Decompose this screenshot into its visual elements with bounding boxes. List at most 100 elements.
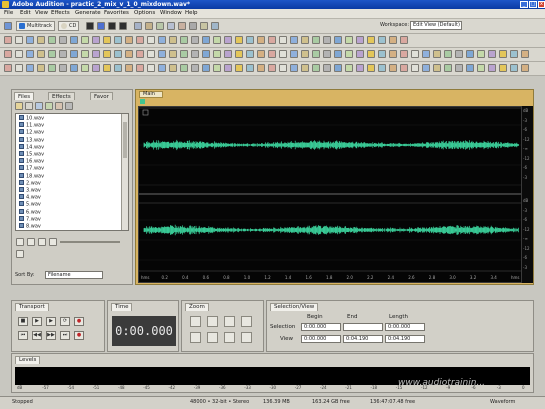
tb2-paste-new-icon[interactable] [125,36,133,44]
tb3-save-all-icon[interactable] [59,50,67,58]
lasso-tool-icon[interactable] [156,22,164,30]
tb2-convert-icon[interactable] [323,36,331,44]
tb3-amplify-icon[interactable] [345,50,353,58]
tb4-envelope-icon[interactable] [367,64,375,72]
view-end-field[interactable]: 0:04.190 [343,335,383,343]
tb2-snap-icon[interactable] [246,36,254,44]
tb4-properties-icon[interactable] [290,64,298,72]
tb4-save-as-icon[interactable] [48,64,56,72]
zoom-navigator-marker[interactable] [140,99,145,104]
full-paths-icon[interactable] [65,102,73,110]
tb3-dtmf-icon[interactable] [499,50,507,58]
show-all-icon[interactable] [16,250,24,258]
tb3-import-icon[interactable] [81,50,89,58]
cd-button[interactable]: CD [58,21,80,31]
zoom-to-right-edge-icon[interactable] [207,332,218,343]
tab-effects[interactable]: Effects [48,92,75,100]
tb2-fade-icon[interactable] [356,36,364,44]
menu-edit[interactable]: Edit [20,10,31,17]
tb3-cd-list-icon[interactable] [510,50,518,58]
tb2-save-all-icon[interactable] [59,36,67,44]
multitrack-button[interactable]: Multitrack [16,21,55,31]
tb4-cut-icon[interactable] [92,64,100,72]
tb3-copy-icon[interactable] [103,50,111,58]
fast-forward-button[interactable]: ▶▶ [46,331,56,340]
tb2-zoom-in-icon[interactable] [213,36,221,44]
tb3-marker-icon[interactable] [268,50,276,58]
tab-selection-view[interactable]: Selection/View [270,303,319,311]
tb2-eq-icon[interactable] [389,36,397,44]
tb4-import-icon[interactable] [81,64,89,72]
tb3-batch-icon[interactable] [312,50,320,58]
file-list-item[interactable]: 8.wav [19,223,41,230]
tb3-reverb-icon[interactable] [400,50,408,58]
tb4-silence-icon[interactable] [488,64,496,72]
tb3-tone-icon[interactable] [477,50,485,58]
tb4-metronome-icon[interactable] [521,64,529,72]
tb4-close-icon[interactable] [70,64,78,72]
tb3-open-append-icon[interactable] [26,50,34,58]
selection-end-field[interactable] [343,323,383,331]
tb2-crossfade-icon[interactable] [257,36,265,44]
time-select-tool-icon[interactable] [134,22,142,30]
tb2-mix-paste-icon[interactable] [136,36,144,44]
file-list-scroll-thumb[interactable] [123,122,127,158]
tb3-open-file-icon[interactable] [15,50,23,58]
go-to-start-button[interactable]: ⏮ [18,331,28,340]
tb4-cue-icon[interactable] [279,64,287,72]
tab-time[interactable]: Time [111,303,133,311]
tb3-select-view-icon[interactable] [202,50,210,58]
tb2-new-file-icon[interactable] [4,36,12,44]
tb2-cue-icon[interactable] [279,36,287,44]
tb3-find-icon[interactable] [301,50,309,58]
tb4-open-file-icon[interactable] [15,64,23,72]
tb4-zoom-out-icon[interactable] [224,64,232,72]
maximize-button[interactable]: □ [529,1,537,8]
record-alt-button[interactable]: ● [74,331,84,340]
tb3-save-as-icon[interactable] [48,50,56,58]
menu-window[interactable]: Window [160,10,182,17]
tb4-fade-icon[interactable] [356,64,364,72]
tb2-select-view-icon[interactable] [202,36,210,44]
tb2-find-icon[interactable] [301,36,309,44]
tb2-reverb-icon[interactable] [400,36,408,44]
tb2-select-all-icon[interactable] [191,36,199,44]
tb4-tone-icon[interactable] [477,64,485,72]
tb2-zoom-full-icon[interactable] [235,36,243,44]
phase-view-icon[interactable] [108,22,116,30]
close-button[interactable]: x [538,1,545,8]
selection-length-field[interactable]: 0:00.000 [385,323,425,331]
scrub-tool-icon[interactable] [189,22,197,30]
zoom-out-full-icon[interactable] [224,316,235,327]
tb4-select-view-icon[interactable] [202,64,210,72]
tb4-undo-icon[interactable] [147,64,155,72]
workspace-select[interactable]: Edit View (Default) [410,21,462,30]
tb3-redo-icon[interactable] [158,50,166,58]
tb4-click-icon[interactable] [444,64,452,72]
tb2-close-icon[interactable] [70,36,78,44]
tb4-reverb-icon[interactable] [400,64,408,72]
zoom-to-selection-icon[interactable] [224,332,235,343]
file-list-scrollbar[interactable] [121,114,128,230]
tb3-cue-icon[interactable] [279,50,287,58]
tb3-properties-icon[interactable] [290,50,298,58]
tb3-select-all-icon[interactable] [191,50,199,58]
tb3-zoom-full-icon[interactable] [235,50,243,58]
tb2-marker-icon[interactable] [268,36,276,44]
tab-zoom[interactable]: Zoom [185,303,209,311]
tb4-batch-icon[interactable] [312,64,320,72]
tb3-normalize-icon[interactable] [334,50,342,58]
tb2-batch-icon[interactable] [312,36,320,44]
tb4-save-all-icon[interactable] [59,64,67,72]
tb4-save-icon[interactable] [37,64,45,72]
tb4-eq-icon[interactable] [389,64,397,72]
tab-files[interactable]: Files [14,92,35,100]
play-button[interactable]: ▶ [32,317,42,326]
selection-begin-field[interactable]: 0:00.000 [301,323,341,331]
tb3-delete-icon[interactable] [169,50,177,58]
tb3-paste-new-icon[interactable] [125,50,133,58]
tb2-paste-icon[interactable] [114,36,122,44]
tb4-find-icon[interactable] [301,64,309,72]
tb3-new-file-icon[interactable] [4,50,12,58]
spectral-view-icon[interactable] [86,22,94,30]
